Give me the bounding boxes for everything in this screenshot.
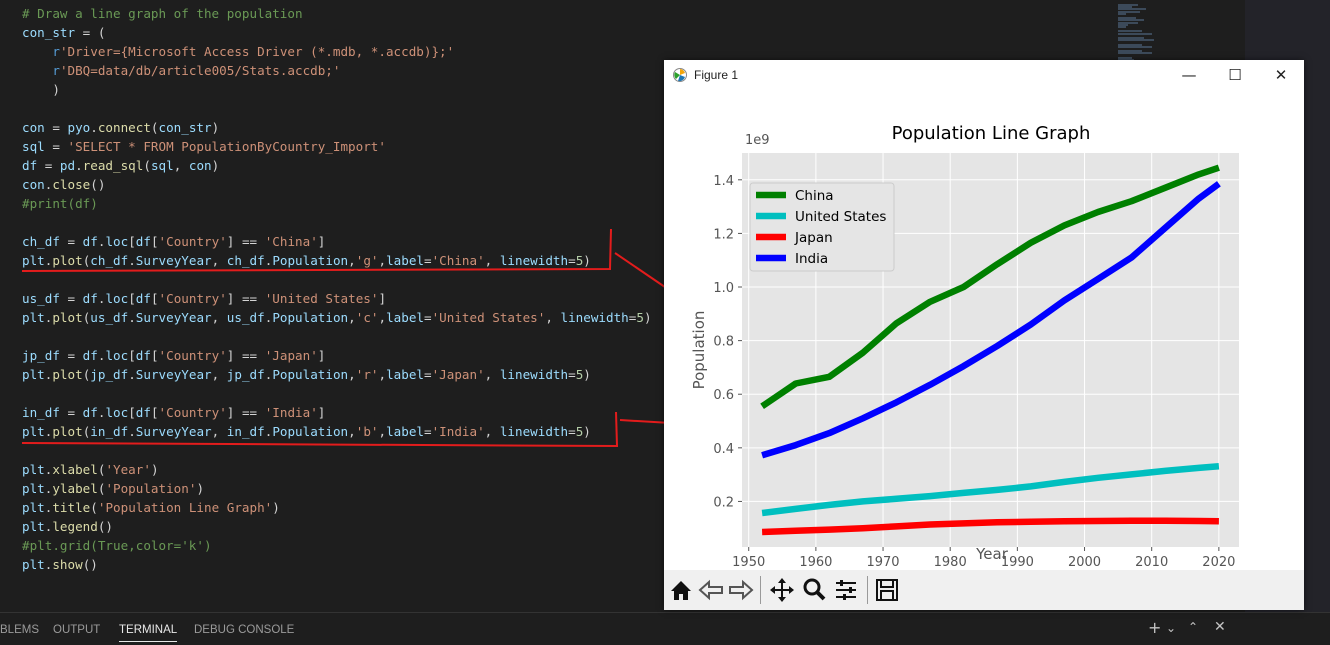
toolbar-separator — [867, 576, 868, 604]
y-tick-label: 0.8 — [713, 335, 734, 350]
figure-window[interactable]: Figure 1 — ☐ ✕ 1950 1960 1970 1980 1990 2000 2… — [664, 60, 1304, 610]
india-underline — [21, 411, 619, 448]
legend-label: Japan — [794, 230, 833, 246]
legend-label: United States — [795, 209, 886, 225]
x-tick-label: 1950 — [732, 555, 765, 570]
chart-title: Population Line Graph — [892, 123, 1091, 144]
legend-label: China — [795, 188, 834, 204]
close-icon[interactable]: ✕ — [1258, 60, 1304, 90]
x-axis-label: Year — [975, 545, 1009, 563]
y-axis-label: Population — [690, 311, 708, 390]
legend-label: India — [795, 251, 828, 267]
home-icon[interactable] — [666, 575, 696, 605]
back-icon[interactable] — [696, 575, 726, 605]
x-tick-label: 2000 — [1068, 555, 1101, 570]
y-tick-label: 1.4 — [713, 174, 734, 189]
save-icon[interactable] — [872, 575, 902, 605]
zoom-icon[interactable] — [799, 575, 829, 605]
y-offset-label: 1e9 — [745, 133, 770, 148]
china-underline — [21, 228, 612, 272]
matplotlib-logo-icon — [673, 68, 687, 82]
y-tick-label: 0.2 — [713, 495, 734, 510]
pan-icon[interactable] — [767, 575, 797, 605]
figure-titlebar[interactable]: Figure 1 — ☐ ✕ — [664, 60, 1304, 90]
y-tick-label: 0.6 — [713, 388, 734, 403]
window-title: Figure 1 — [694, 68, 739, 82]
x-tick-label: 2010 — [1135, 555, 1168, 570]
y-tick-label: 1.2 — [713, 227, 734, 242]
x-tick-label: 1960 — [799, 555, 832, 570]
figure-toolbar — [664, 570, 1304, 610]
toolbar-separator — [760, 576, 761, 604]
forward-icon[interactable] — [726, 575, 756, 605]
maximize-icon[interactable]: ☐ — [1212, 60, 1258, 90]
legend: China United States Japan India — [749, 182, 895, 272]
x-tick-label: 1980 — [934, 555, 967, 570]
configure-icon[interactable] — [831, 575, 861, 605]
population-line-chart: 1950 1960 1970 1980 1990 2000 2010 2020 0.20.40… — [664, 90, 1304, 570]
y-tick-label: 0.4 — [713, 442, 734, 457]
minimize-icon[interactable]: — — [1166, 60, 1212, 90]
x-tick-label: 2020 — [1202, 555, 1235, 570]
y-tick-label: 1.0 — [713, 281, 734, 296]
x-tick-label: 1970 — [866, 555, 899, 570]
